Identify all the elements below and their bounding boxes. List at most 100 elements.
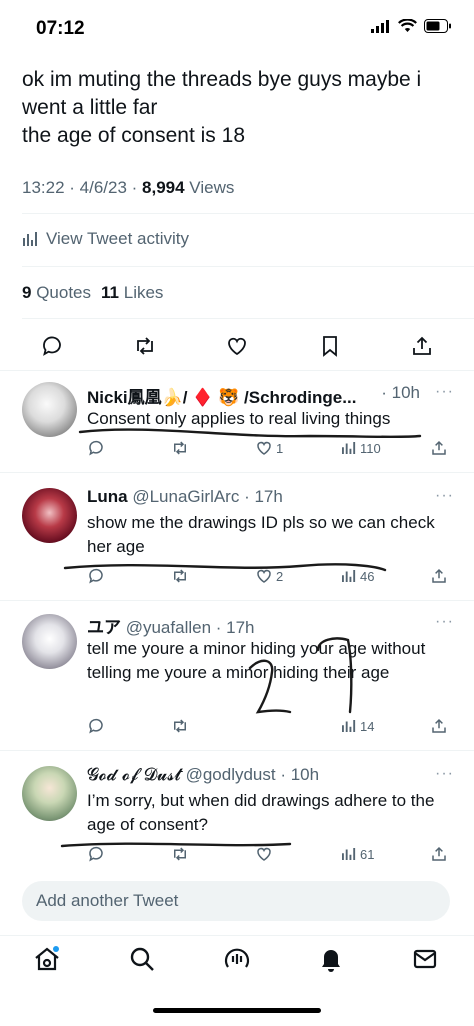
- share-icon: [432, 718, 446, 733]
- views-icon: [342, 570, 356, 582]
- views-label: Views: [184, 178, 235, 197]
- retweet-button[interactable]: [171, 717, 189, 735]
- reply-icon: [89, 440, 103, 456]
- views-icon: [342, 442, 356, 454]
- reply-text: I’m sorry, but when did drawings adhere …: [87, 791, 435, 834]
- views-count: 8,994: [142, 178, 185, 197]
- avatar[interactable]: [22, 614, 77, 669]
- likes-count: 11: [101, 283, 119, 302]
- reply-header: Nicki鳳凰🍌/ ♦️ 🐯 /Schrodinge...: [87, 383, 400, 408]
- compose-placeholder: Add another Tweet: [36, 891, 179, 910]
- reply-handle[interactable]: @godlydust: [181, 765, 276, 784]
- reply-compose-input[interactable]: Add another Tweet: [22, 881, 450, 921]
- tweet-text: ok im muting the threads bye guys maybe …: [22, 68, 422, 147]
- reply-handle[interactable]: @LunaGirlArc: [128, 487, 239, 506]
- notifications-icon[interactable]: [316, 944, 346, 974]
- quotes-label: Quotes: [36, 283, 92, 302]
- like-button[interactable]: [255, 845, 273, 863]
- share-icon: [432, 846, 446, 861]
- retweet-button[interactable]: [171, 567, 189, 585]
- share-button[interactable]: [430, 845, 448, 863]
- like-icon: [257, 847, 271, 861]
- more-icon[interactable]: ···: [435, 487, 454, 505]
- share-button[interactable]: [430, 439, 448, 457]
- more-icon[interactable]: ···: [435, 383, 454, 401]
- views-button[interactable]: 14: [339, 717, 374, 735]
- divider: [22, 213, 474, 214]
- reply-author-name[interactable]: Luna: [87, 487, 128, 506]
- views-icon: [23, 232, 37, 246]
- retweet-icon: [174, 569, 186, 583]
- retweet-icon[interactable]: [133, 334, 157, 358]
- likes-label: Likes: [123, 283, 164, 302]
- like-count: 2: [276, 568, 284, 584]
- reply-icon: [89, 568, 103, 584]
- reply-actions: 61: [87, 845, 452, 867]
- reply-actions: 2 46: [87, 567, 452, 589]
- reply-item[interactable]: Nicki鳳凰🍌/ ♦️ 🐯 /Schrodinge... · 10h ··· …: [0, 370, 474, 472]
- retweet-button[interactable]: [171, 845, 189, 863]
- reply-text: Consent only applies to real living thin…: [87, 409, 391, 428]
- battery-icon: [424, 19, 451, 33]
- wifi-icon: [398, 19, 417, 32]
- like-icon: [257, 569, 271, 583]
- views-icon: [342, 720, 356, 732]
- tweet-action-bar: [40, 330, 434, 362]
- reply-button[interactable]: [87, 439, 105, 457]
- reply-header: ユア @yuafallen · 17h: [87, 613, 458, 638]
- share-button[interactable]: [430, 567, 448, 585]
- reply-button[interactable]: [87, 717, 105, 735]
- reply-header: Luna @LunaGirlArc · 17h: [87, 487, 458, 507]
- reply-icon: [89, 846, 103, 862]
- divider: [22, 318, 474, 319]
- reply-text: tell me youre a minor hiding your age wi…: [87, 639, 426, 682]
- spaces-icon[interactable]: [222, 944, 252, 974]
- reply-icon[interactable]: [40, 334, 64, 358]
- like-button[interactable]: 1: [255, 439, 283, 457]
- messages-icon[interactable]: [410, 944, 440, 974]
- divider: [22, 266, 474, 267]
- views-button[interactable]: 110: [339, 439, 381, 457]
- likes-stat[interactable]: 11 Likes: [101, 283, 163, 303]
- retweet-icon: [174, 719, 186, 733]
- retweet-button[interactable]: [171, 439, 189, 457]
- avatar[interactable]: [22, 382, 77, 437]
- reply-author-name[interactable]: 𝓖𝓸𝓭 𝓸𝓯 𝓓𝓾𝓼𝓽: [87, 765, 181, 785]
- reply-author-name[interactable]: ユア: [87, 618, 121, 637]
- reply-item[interactable]: ユア @yuafallen · 17h ··· tell me youre a …: [0, 600, 474, 750]
- reply-handle[interactable]: @yuafallen: [121, 618, 211, 637]
- search-icon[interactable]: [127, 944, 157, 974]
- avatar[interactable]: [22, 488, 77, 543]
- share-icon: [432, 440, 446, 455]
- reply-button[interactable]: [87, 567, 105, 585]
- reply-item[interactable]: Luna @LunaGirlArc · 17h ··· show me the …: [0, 472, 474, 600]
- like-button[interactable]: 2: [255, 567, 283, 585]
- status-bar: 07:12: [0, 0, 474, 54]
- reply-time: · 17h: [239, 487, 283, 506]
- views-button[interactable]: 46: [339, 567, 374, 585]
- more-icon[interactable]: ···: [435, 613, 454, 631]
- reply-time: · 10h: [381, 383, 420, 402]
- home-icon[interactable]: [32, 944, 62, 974]
- reply-actions: 1 110: [87, 439, 452, 461]
- views-button[interactable]: 61: [339, 845, 374, 863]
- avatar[interactable]: [22, 766, 77, 821]
- views-count: 14: [360, 718, 375, 734]
- share-button[interactable]: [430, 717, 448, 735]
- quotes-stat[interactable]: 9 Quotes: [22, 283, 91, 303]
- view-activity-link[interactable]: View Tweet activity: [22, 229, 189, 249]
- views-count: 61: [360, 846, 375, 862]
- bookmark-icon[interactable]: [318, 334, 342, 358]
- more-icon[interactable]: ···: [435, 765, 454, 783]
- retweet-icon: [174, 441, 186, 455]
- share-icon[interactable]: [410, 334, 434, 358]
- reply-button[interactable]: [87, 845, 105, 863]
- tweet-meta: 13:22 · 4/6/23 · 8,994 Views: [22, 178, 234, 198]
- quotes-count: 9: [22, 283, 32, 302]
- like-icon[interactable]: [225, 334, 249, 358]
- reply-text: show me the drawings ID pls so we can ch…: [87, 513, 435, 556]
- reply-time-wrap: · 10h: [381, 383, 420, 403]
- reply-item[interactable]: 𝓖𝓸𝓭 𝓸𝓯 𝓓𝓾𝓼𝓽 @godlydust · 10h ··· I’m sor…: [0, 750, 474, 871]
- status-time: 07:12: [36, 18, 85, 39]
- reply-author-name[interactable]: Nicki鳳凰🍌/ ♦️ 🐯 /Schrodinge...: [87, 388, 356, 407]
